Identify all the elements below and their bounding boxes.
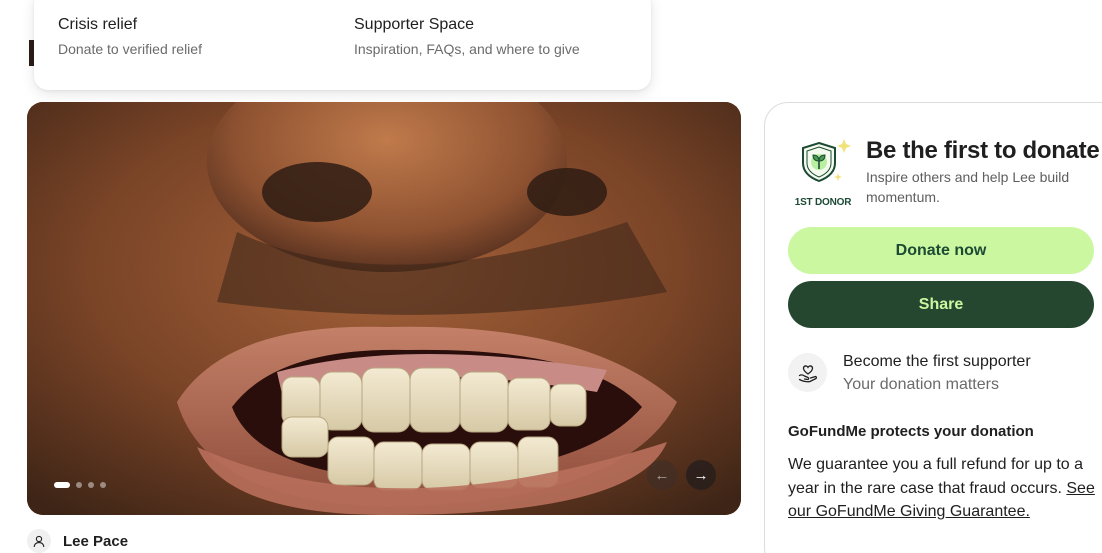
donate-card-title: Be the first to donate — [866, 137, 1100, 164]
badge-label: 1ST DONOR — [794, 197, 852, 208]
protection-heading: GoFundMe protects your donation — [788, 423, 1034, 440]
carousel-dot[interactable] — [88, 482, 94, 488]
share-button[interactable]: Share — [788, 281, 1094, 328]
shield-sprout-icon — [802, 139, 851, 183]
arrow-left-icon: ← — [654, 466, 670, 484]
carousel-prev-button[interactable]: ← — [647, 460, 677, 490]
fundraiser-photo — [27, 102, 741, 515]
menu-item-supporter-space[interactable]: Supporter Space Inspiration, FAQs, and w… — [354, 15, 580, 58]
organizer-row[interactable]: Lee Pace — [27, 529, 128, 553]
protection-text: We guarantee you a full refund for up to… — [788, 456, 1084, 497]
supporter-title: Become the first supporter — [843, 353, 1031, 370]
organizer-name: Lee Pace — [63, 532, 129, 550]
menu-item-description: Donate to verified relief — [58, 41, 202, 57]
menu-item-description: Inspiration, FAQs, and where to give — [354, 41, 580, 57]
first-supporter-prompt: Become the first supporter Your donation… — [788, 352, 1031, 395]
heart-hand-icon — [788, 353, 827, 392]
carousel-dot[interactable] — [54, 482, 70, 488]
carousel-pagination — [54, 482, 106, 488]
supporter-subtitle: Your donation matters — [843, 376, 999, 393]
carousel-next-button[interactable]: → — [686, 460, 716, 490]
donate-card-subtitle: Inspire others and help Lee build moment… — [866, 169, 1070, 205]
fundraiser-media-carousel[interactable]: ← → — [27, 102, 741, 515]
menu-item-title: Crisis relief — [58, 16, 138, 33]
arrow-right-icon: → — [693, 466, 709, 484]
first-donor-badge: 1ST DONOR — [793, 135, 853, 211]
carousel-dot[interactable] — [100, 482, 106, 488]
carousel-dot[interactable] — [76, 482, 82, 488]
menu-item-title: Supporter Space — [354, 16, 475, 33]
menu-item-crisis-relief[interactable]: Crisis relief Donate to verified relief — [58, 15, 202, 58]
protection-description: We guarantee you a full refund for up to… — [788, 453, 1098, 524]
donate-now-button[interactable]: Donate now — [788, 227, 1094, 274]
user-icon — [27, 529, 51, 553]
nav-dropdown-menu: Crisis relief Donate to verified relief … — [34, 0, 651, 90]
fundraiser-page: Crisis relief Donate to verified relief … — [0, 0, 1102, 553]
